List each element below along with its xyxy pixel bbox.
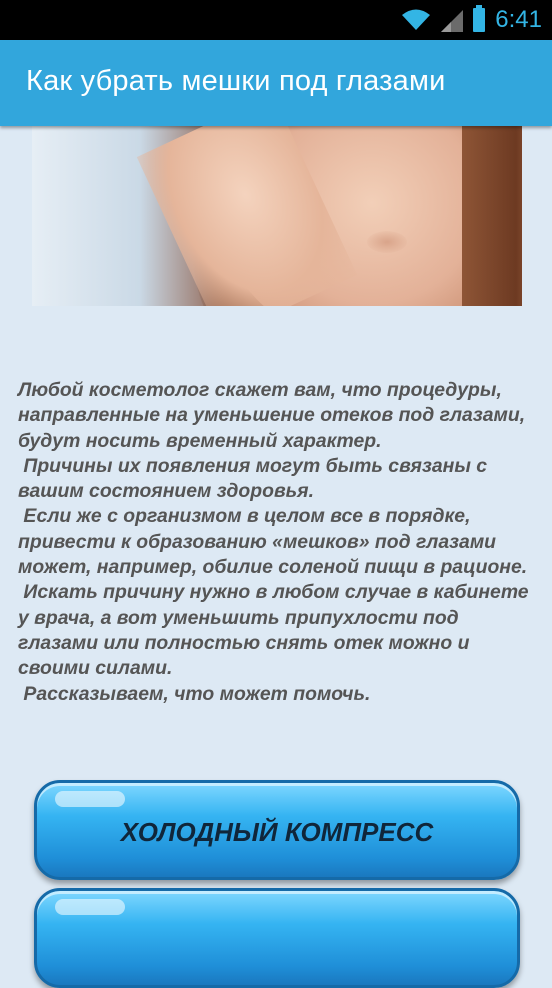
app-bar: Как убрать мешки под глазами — [0, 40, 552, 126]
status-time: 6:41 — [495, 6, 542, 33]
next-topic-button[interactable] — [34, 888, 520, 988]
hero-hair-right — [462, 126, 522, 306]
button-gloss — [55, 899, 125, 915]
wifi-icon — [402, 9, 431, 30]
signal-icon — [441, 10, 464, 32]
hero-image — [32, 126, 522, 306]
status-bar: 6:41 — [0, 0, 552, 40]
page-title: Как убрать мешки под глазами — [26, 65, 446, 97]
hero-nose — [367, 231, 407, 253]
button-label: ХОЛОДНЫЙ КОМПРЕСС — [120, 817, 434, 847]
battery-icon — [473, 5, 486, 32]
article-text: Любой косметолог скажет вам, что процеду… — [18, 379, 529, 705]
cold-compress-button[interactable]: ХОЛОДНЫЙ КОМПРЕСС — [34, 780, 520, 880]
button-gloss — [55, 791, 125, 807]
status-icons: 6:41 — [401, 0, 542, 40]
